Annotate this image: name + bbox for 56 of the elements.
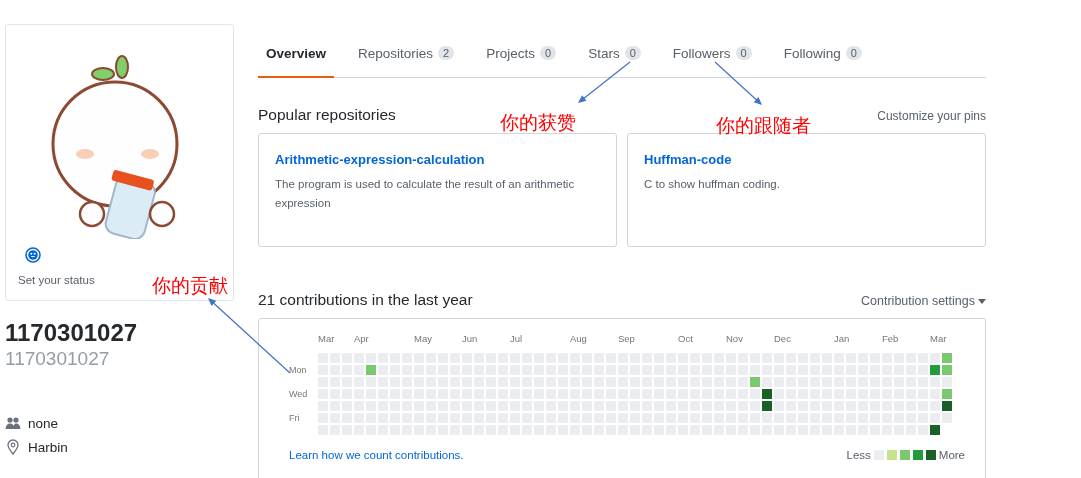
month-label: Apr xyxy=(354,333,369,344)
smiley-icon[interactable] xyxy=(25,247,41,263)
annotation-text: 你的跟随者 xyxy=(716,114,811,138)
month-label: May xyxy=(414,333,432,344)
month-label: Dec xyxy=(774,333,791,344)
month-label: Mar xyxy=(318,333,335,344)
month-label: Jun xyxy=(462,333,478,344)
weekday-label: Wed xyxy=(289,389,308,399)
count-badge: 0 xyxy=(624,46,641,60)
caret-icon xyxy=(978,298,986,304)
count-badge: 0 xyxy=(735,46,752,60)
section-title: Popular repositories xyxy=(258,106,396,124)
people-icon xyxy=(5,415,21,431)
profile-detail: Harbin xyxy=(28,439,68,455)
repo-description: The program is used to calculate the result of an arithmetic expression xyxy=(275,177,576,211)
month-label: Sep xyxy=(618,333,635,344)
nav-tab[interactable]: Overview xyxy=(258,30,335,78)
annotation-text: 你的获赞 xyxy=(500,111,576,135)
nav-tab[interactable]: Projects 0 xyxy=(478,30,565,78)
legend-swatch xyxy=(925,450,936,460)
count-badge: 0 xyxy=(845,46,862,60)
nav-tab[interactable]: Stars 0 xyxy=(580,30,649,78)
month-label: Feb xyxy=(882,333,899,344)
annotation-text: 你的贡献 xyxy=(152,274,228,298)
repo-link[interactable]: Arithmetic-expression-calculation xyxy=(275,152,485,167)
customize-pins-link[interactable]: Customize your pins xyxy=(877,109,986,123)
month-label: Aug xyxy=(570,333,587,344)
nav-tab[interactable]: Repositories 2 xyxy=(350,30,463,78)
month-label: Nov xyxy=(726,333,743,344)
annotation-arrow xyxy=(578,61,631,103)
weekday-label: Fri xyxy=(289,413,300,423)
count-badge: 2 xyxy=(438,46,455,60)
contribution-settings-menu[interactable]: Contribution settings xyxy=(861,294,986,308)
month-label: Mar xyxy=(930,333,947,344)
repo-link[interactable]: Huffman-code xyxy=(644,152,732,167)
profile-detail: none xyxy=(28,415,59,431)
legend-label: Less xyxy=(846,449,871,461)
nav-tab[interactable]: Following 0 xyxy=(775,30,870,78)
profile-username: 1170301027 xyxy=(5,347,110,371)
location-pin-icon xyxy=(5,439,21,455)
learn-link[interactable]: Learn how we count contributions. xyxy=(289,449,464,461)
status-link[interactable]: Set your status xyxy=(18,274,95,286)
annotation-arrow xyxy=(714,61,762,105)
month-label: Jul xyxy=(510,333,523,344)
legend-swatch xyxy=(886,450,897,460)
nav-tab[interactable]: Followers 0 xyxy=(664,30,760,78)
profile-name: 1170301027 xyxy=(5,319,138,347)
month-label: Jan xyxy=(834,333,850,344)
section-title: 21 contributions in the last year xyxy=(258,291,473,309)
weekday-label: Mon xyxy=(289,365,307,375)
month-label: Oct xyxy=(678,333,693,344)
legend-label: More xyxy=(938,449,965,461)
count-badge: 0 xyxy=(540,46,557,60)
repo-description: C to show huffman coding. xyxy=(644,177,781,192)
legend-swatch xyxy=(899,450,910,460)
legend-swatch xyxy=(912,450,923,460)
